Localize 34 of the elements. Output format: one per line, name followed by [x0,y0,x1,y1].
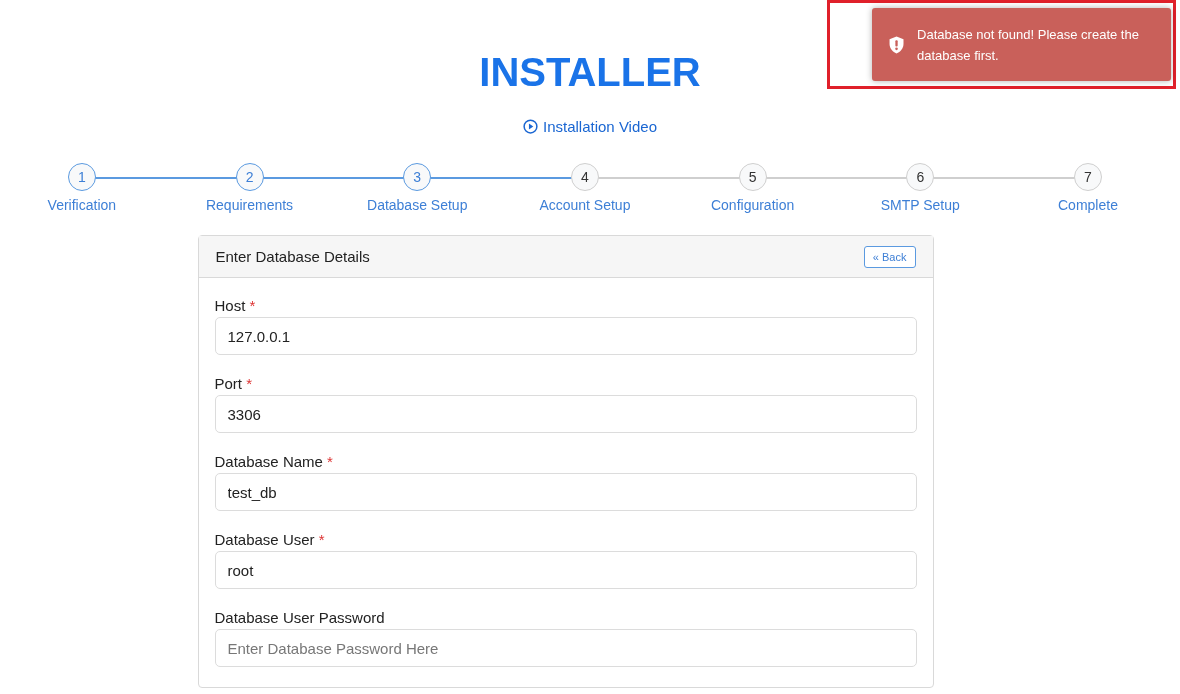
page-title: INSTALLER [479,49,701,96]
step-number: 4 [570,163,599,191]
required-marker: * [249,297,256,314]
step-number: 2 [235,163,264,191]
step-label: Account Setup [539,197,631,213]
play-icon [523,119,538,134]
input-field[interactable]: 3306 [214,395,917,433]
required-marker: * [246,375,253,392]
input-field[interactable]: root [214,551,917,589]
step-number: 6 [906,163,935,191]
step-label: Requirements [205,197,294,213]
input-field[interactable]: 127.0.0.1 [214,317,917,355]
field-label: Database User Password [214,609,386,626]
field-label: Host * [214,297,257,314]
step-number: 1 [67,163,96,191]
required-marker: * [318,531,325,548]
field-label: Database Name * [214,453,334,470]
card-title: Enter Database Details [215,248,370,265]
installation-video-link[interactable]: Installation Video [523,118,657,135]
toast-message: Database not found! Please create the database first. [917,25,1140,65]
field-label: Database User * [214,531,326,548]
step-number: 3 [403,163,432,191]
field-label: Port * [214,375,254,392]
step-label: Verification [47,197,117,213]
step-label: Configuration [710,197,795,213]
required-marker: * [327,453,333,470]
step-label: Database Setup [367,197,468,213]
step-label: SMTP Setup [880,197,960,213]
back-button[interactable]: « Back [863,245,916,268]
step-label: Complete [1058,197,1118,213]
input-field[interactable]: test_db [214,473,917,511]
step-number: 7 [1073,163,1102,191]
input-field[interactable]: Enter Database Password Here [214,629,917,667]
step-number: 5 [738,163,767,191]
